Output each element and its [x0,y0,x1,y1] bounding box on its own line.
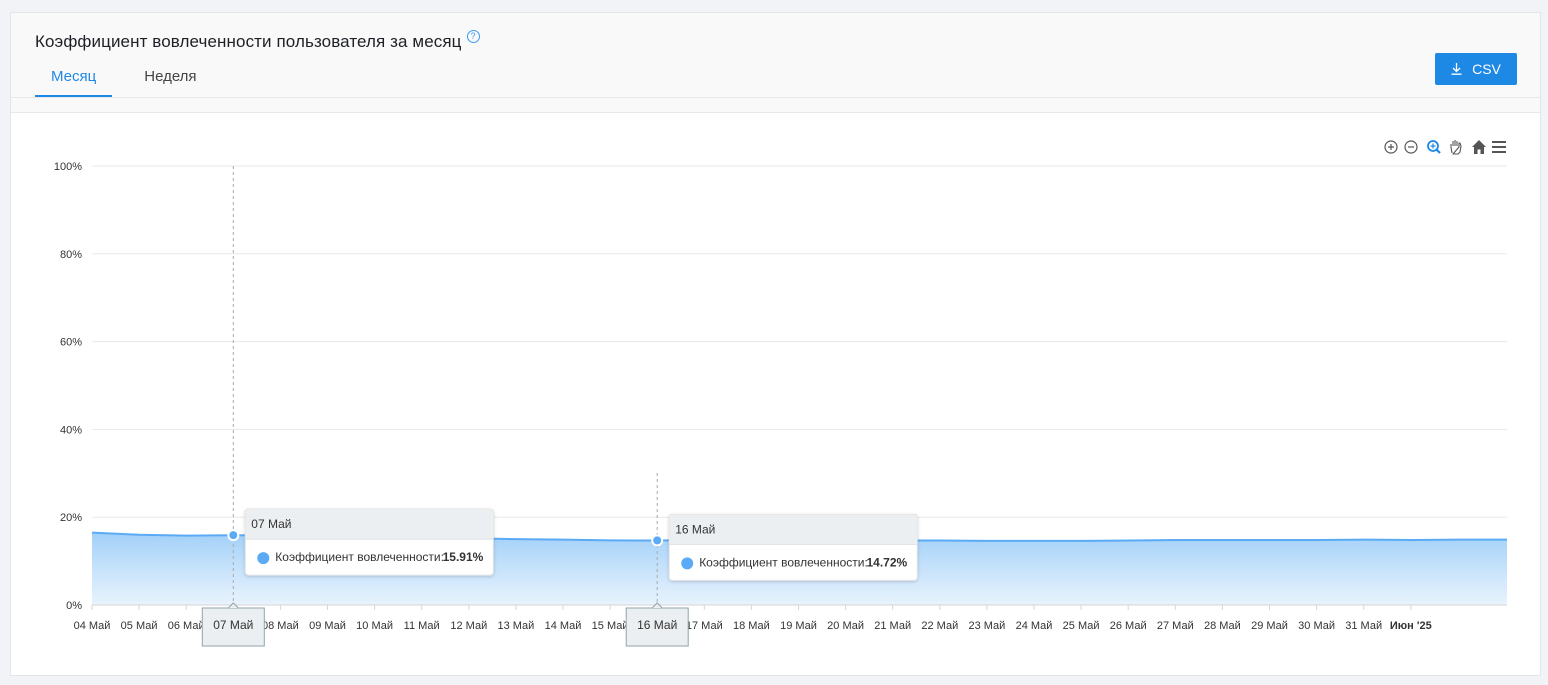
y-tick-label: 20% [60,512,82,524]
pan-hand-icon[interactable] [1450,140,1462,155]
series-tooltip: 16 Май Коэффициент вовлеченности:14.72% [668,513,918,581]
x-tick-label: 20 Май [827,620,864,632]
xaxis-tooltip-label: 16 Май [637,618,677,632]
y-tick-label: 100% [54,161,82,173]
reset-home-icon[interactable] [1472,140,1486,154]
hover-marker[interactable] [227,529,240,542]
x-tick-label: 12 Май [450,620,487,632]
tooltip-series-label: Коэффициент вовлеченности: [699,555,868,569]
x-tick-label: 25 Май [1063,620,1100,632]
x-tick-label: 21 Май [874,620,911,632]
x-tick-label: 05 Май [121,620,158,632]
hover-marker[interactable] [651,534,664,547]
x-tick-label: 31 Май [1345,620,1382,632]
engagement-chart: 0% 20% 40% 60% 80% 100% 04 Май 05 Май 06 Май 07 … [54,140,1507,647]
menu-icon[interactable] [1492,141,1506,153]
x-tick-label: 10 Май [356,620,393,632]
x-tick-label: 18 Май [733,620,770,632]
x-tick-label: 30 Май [1298,620,1335,632]
y-tick-label: 60% [60,337,82,349]
x-axis: 04 Май 05 Май 06 Май 07 Май 08 Май 09 Май 10 М… [74,604,1507,632]
chart-toolbar [1384,140,1506,155]
xaxis-tooltip-label: 07 Май [213,618,253,632]
x-tick-label: 06 Май [168,620,205,632]
zoom-out-icon[interactable] [1404,140,1418,154]
x-tick-label: 26 Май [1110,620,1147,632]
tooltip-series-marker [257,552,270,565]
y-tick-label: 0% [66,600,82,612]
x-tick-label: 27 Май [1157,620,1194,632]
x-tick-label: 17 Май [686,620,723,632]
tooltip-date: 16 Май [675,522,715,536]
series-tooltip: 07 Май Коэффициент вовлеченности:15.91% [244,508,494,576]
tooltip-series-marker [681,557,694,570]
y-tick-label: 80% [60,249,82,261]
x-tick-label: 28 Май [1204,620,1241,632]
x-tick-label: 19 Май [780,620,817,632]
x-tick-label: 14 Май [545,620,582,632]
selection-zoom-icon[interactable] [1427,140,1441,154]
x-tick-label: 23 Май [968,620,1005,632]
tooltip-series-label: Коэффициент вовлеченности: [275,550,444,564]
x-tick-label: 04 Май [74,620,111,632]
y-axis: 0% 20% 40% 60% 80% 100% [54,161,82,612]
x-tick-label: 09 Май [309,620,346,632]
x-tick-label: Июн '25 [1390,620,1432,632]
tooltip-series-value: 14.72% [866,555,907,569]
x-tick-label: 08 Май [262,620,299,632]
zoom-in-icon[interactable] [1384,140,1398,154]
x-tick-label: 29 Май [1251,620,1288,632]
x-tick-label: 24 Май [1016,620,1053,632]
x-tick-label: 15 Май [592,620,629,632]
x-tick-label: 22 Май [921,620,958,632]
x-tick-label: 13 Май [497,620,534,632]
tooltip-date: 07 Май [251,517,291,531]
x-tick-label: 11 Май [404,620,440,632]
tooltip-series-value: 15.91% [443,550,484,564]
y-tick-label: 40% [60,424,82,436]
